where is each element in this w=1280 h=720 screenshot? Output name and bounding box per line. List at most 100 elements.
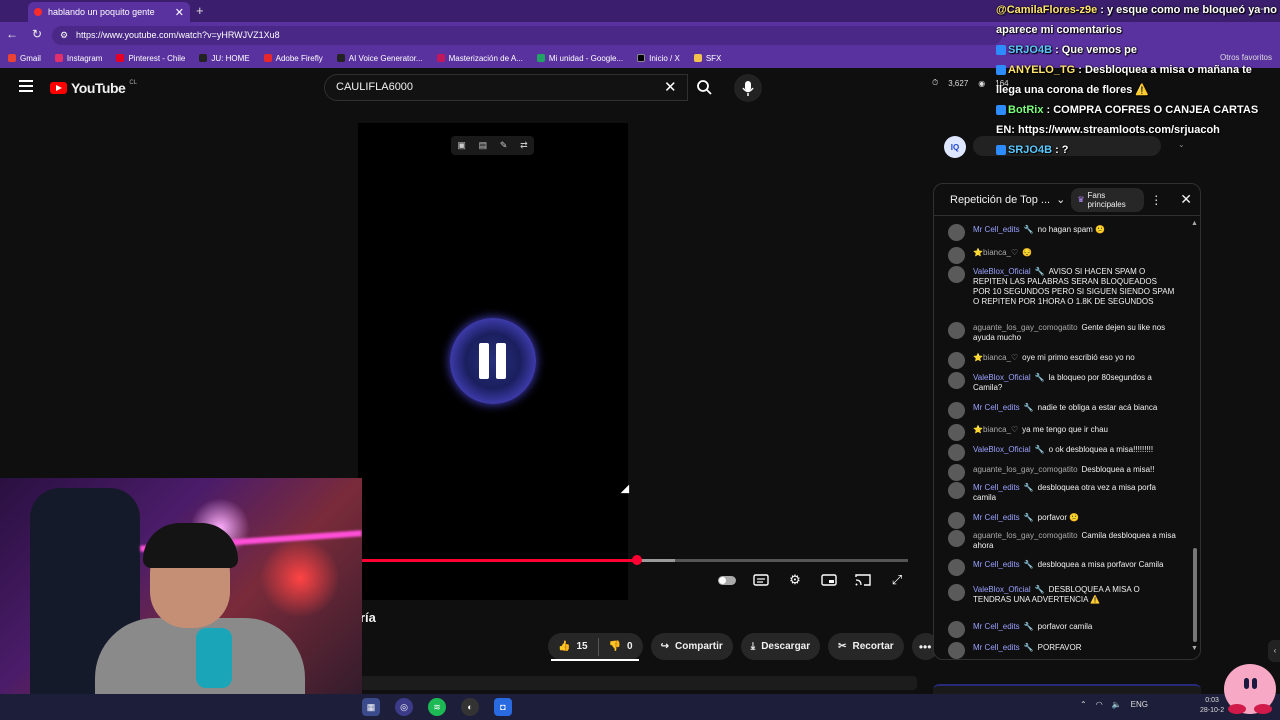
chat-author[interactable]: ValeBlox_Oficial [973, 585, 1031, 594]
like-button[interactable]: 👍 15 [548, 633, 598, 660]
chat-author[interactable]: Mr Cell_edits [973, 483, 1020, 492]
chat-message-list: Mr Cell_edits 🔧 no hagan spam 😕 ⭐bianca_♡ 😔 V… [934, 220, 1192, 659]
lang-indicator[interactable]: ENG [1131, 700, 1148, 709]
avatar[interactable] [948, 482, 965, 499]
edit-icon[interactable]: ✎ [500, 140, 508, 151]
chat-author[interactable]: Mr Cell_edits [973, 643, 1020, 652]
chat-author[interactable]: aguante_los_gay_comogatito [973, 531, 1078, 540]
share-label: Compartir [674, 641, 723, 652]
bookmark-pinterest[interactable]: Pinterest - Chile [116, 54, 185, 63]
chat-author[interactable]: aguante_los_gay_comogatito [973, 465, 1078, 474]
chat-author[interactable]: ⭐bianca_♡ [973, 248, 1018, 257]
avatar[interactable] [948, 322, 965, 339]
avatar[interactable] [948, 621, 965, 638]
bookmark-adobe-firefly[interactable]: Adobe Firefly [263, 54, 323, 63]
chat-author[interactable]: Mr Cell_edits [973, 560, 1020, 569]
more-vertical-icon[interactable]: ⋮ [1150, 193, 1162, 207]
screenshot-icon[interactable]: ▤ [479, 140, 488, 151]
chat-author[interactable]: ⭐bianca_♡ [973, 353, 1018, 362]
autoplay-toggle[interactable] [718, 572, 736, 588]
translate-icon[interactable]: ⇄ [520, 140, 528, 151]
avatar[interactable] [948, 512, 965, 529]
bookmark-ju-home[interactable]: JU: HOME [199, 54, 250, 63]
avatar[interactable] [948, 352, 965, 369]
side-panel-arrow-icon[interactable]: ‹ [1268, 640, 1280, 662]
chat-mode-title[interactable]: Repetición de Top ... [950, 194, 1050, 206]
chevron-down-icon[interactable]: ⌄ [1056, 193, 1065, 206]
scroll-down-icon[interactable]: ▼ [1191, 645, 1198, 652]
chat-author[interactable]: ValeBlox_Oficial [973, 267, 1031, 276]
description-bar[interactable] [360, 676, 917, 690]
avatar[interactable] [948, 642, 965, 659]
bookmark-masterizacion[interactable]: Masterización de A... [436, 54, 523, 63]
site-info-icon[interactable]: ⚙ [60, 26, 68, 45]
recording-app-icon[interactable]: ◐ [461, 698, 479, 716]
avatar[interactable] [948, 464, 965, 481]
new-tab-button[interactable]: + [196, 3, 204, 18]
avatar[interactable] [948, 444, 965, 461]
youtube-logo[interactable]: YouTube CL [50, 80, 137, 96]
cast-icon[interactable] [854, 572, 872, 588]
back-icon[interactable]: ← [6, 27, 18, 41]
url-field[interactable]: ⚙ https://www.youtube.com/watch?v=yHRWJV… [52, 26, 1002, 45]
dislike-button[interactable]: 👎 0 [599, 633, 643, 660]
avatar[interactable] [948, 402, 965, 419]
spotify-icon[interactable]: ≋ [428, 698, 446, 716]
avatar[interactable] [948, 424, 965, 441]
moderator-wrench-icon: 🔧 [1023, 225, 1034, 234]
top-fans-chip[interactable]: ♛ Fans principales [1071, 187, 1145, 212]
avatar[interactable] [948, 266, 965, 283]
bookmark-x[interactable]: Inicio / X [637, 54, 680, 63]
chat-author[interactable]: Mr Cell_edits [973, 622, 1020, 631]
chat-author[interactable]: aguante_los_gay_comogatito [973, 323, 1078, 332]
search-button[interactable] [688, 74, 720, 101]
streamer-webcam [0, 478, 362, 720]
subtitles-icon[interactable] [752, 572, 770, 588]
avatar[interactable] [948, 530, 965, 547]
bookmark-gmail[interactable]: Gmail [8, 54, 41, 63]
bookmark-ai-voice[interactable]: AI Voice Generator... [336, 54, 423, 63]
wifi-icon[interactable]: ◠ [1096, 700, 1103, 709]
voice-search-button[interactable] [734, 74, 762, 102]
chat-author[interactable]: ⭐bianca_♡ [973, 425, 1018, 434]
avatar[interactable] [948, 224, 965, 241]
clip-button[interactable]: ✂ Recortar [828, 633, 904, 660]
chat-scrollbar-thumb[interactable] [1193, 548, 1197, 642]
scroll-up-icon[interactable]: ▲ [1191, 220, 1198, 227]
avatar[interactable] [948, 247, 965, 264]
avatar[interactable] [948, 372, 965, 389]
bookmark-instagram[interactable]: Instagram [54, 54, 102, 63]
close-tab-icon[interactable]: ✕ [175, 6, 184, 19]
settings-gear-icon[interactable]: ⚙ [786, 572, 804, 588]
miniplayer-icon[interactable]: ▣ [457, 140, 466, 151]
stream-chat-text: : Que vemos pe [1052, 44, 1138, 56]
fullscreen-icon[interactable]: ⤢ [888, 572, 906, 588]
download-button[interactable]: ⤓ Descargar [740, 633, 821, 660]
hamburger-menu-icon[interactable] [19, 80, 33, 92]
tray-chevron-icon[interactable]: ⌃ [1080, 700, 1087, 709]
chat-author[interactable]: Mr Cell_edits [973, 403, 1020, 412]
miniplayer-toggle-icon[interactable] [820, 572, 838, 588]
reload-icon[interactable]: ↻ [32, 27, 42, 41]
start-grid-icon[interactable]: ▦ [362, 698, 380, 716]
clear-search-icon[interactable]: ✕ [664, 78, 677, 96]
volume-icon[interactable]: 🔈 [1112, 700, 1122, 709]
progress-scrubber[interactable] [631, 555, 642, 565]
chat-author[interactable]: Mr Cell_edits [973, 513, 1020, 522]
avatar[interactable] [948, 584, 965, 601]
channel-avatar-iq[interactable]: IQ [944, 136, 966, 158]
taskbar-clock[interactable]: 0:03 28-10-2 [1200, 696, 1224, 716]
close-chat-icon[interactable]: ✕ [1180, 191, 1192, 208]
search-input[interactable]: CAULIFLA6000 [324, 74, 688, 101]
bookmark-google-drive[interactable]: Mi unidad - Google... [536, 54, 623, 63]
chat-author[interactable]: ValeBlox_Oficial [973, 445, 1031, 454]
obs-icon[interactable]: ◎ [395, 698, 413, 716]
chat-text: no hagan spam 😕 [1037, 225, 1105, 234]
avatar[interactable] [948, 559, 965, 576]
chat-author[interactable]: Mr Cell_edits [973, 225, 1020, 234]
bookmark-sfx[interactable]: SFX [693, 54, 721, 63]
browser-tab-active[interactable]: hablando un poquito gente ✕ [28, 2, 190, 22]
share-button[interactable]: ↪ Compartir [650, 633, 733, 660]
blue-app-icon[interactable]: ◘ [494, 698, 512, 716]
chat-author[interactable]: ValeBlox_Oficial [973, 373, 1031, 382]
